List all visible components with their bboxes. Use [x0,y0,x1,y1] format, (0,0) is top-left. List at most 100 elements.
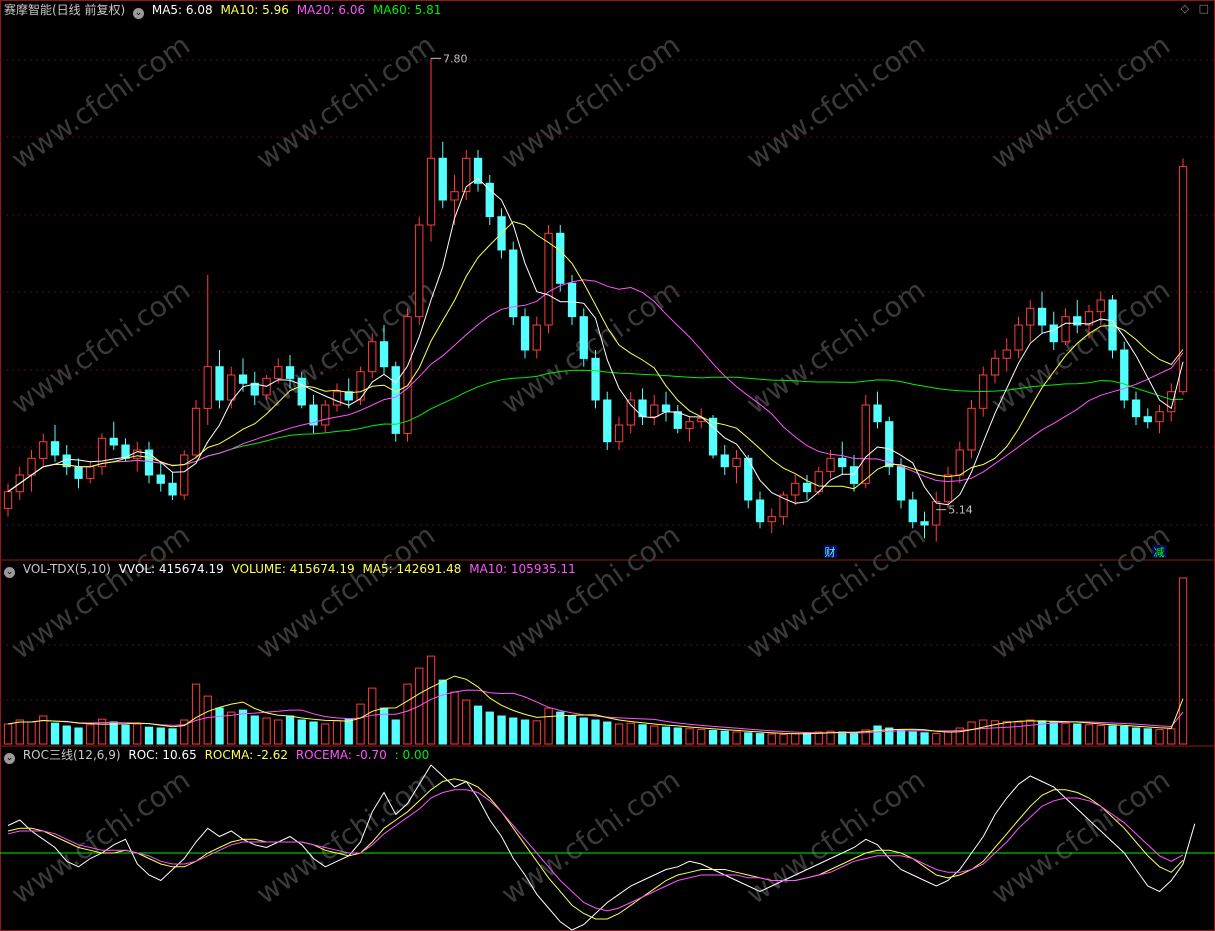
candle-body [650,404,659,418]
volume-bar [391,719,400,745]
volume-bar [849,732,859,745]
roc-indicator-name[interactable]: ROC三线(12,6,9) [23,748,121,762]
candle-body [191,407,201,456]
volume-bar [321,723,330,745]
volume-bar [74,727,83,745]
candle-body [1014,324,1023,351]
candle-body [661,404,671,413]
watermark-text: www.cfchi.com [250,28,441,175]
watermark-text: www.cfchi.com [740,28,931,175]
volume-bar [720,730,729,745]
candle-body [297,377,306,406]
candle-body [450,191,459,201]
volume-bar [556,711,565,745]
volume-bar [215,707,224,745]
volume-bar [1084,724,1094,745]
volume-bar [1002,721,1011,745]
watermark-text: www.cfchi.com [985,763,1176,910]
candle-body [203,366,212,409]
candle-body [556,232,565,284]
candle-body [1026,307,1035,326]
candle-body [849,466,859,484]
watermark-text: www.cfchi.com [5,763,196,910]
volume-bar [1026,719,1035,745]
ma10-label: MA10: 5.96 [220,3,289,17]
candle-body [685,421,694,429]
candle-body [321,404,330,426]
volume-bar [838,731,847,745]
candle-body [227,374,236,401]
candle-body [74,466,83,479]
candle-body [920,521,929,526]
volume-bar [227,711,236,745]
candle-body [1002,349,1011,359]
chevron-down-icon[interactable]: ⌄ [4,567,15,578]
square-icon[interactable]: □ [1199,2,1209,15]
candle-body [567,282,577,318]
volume-bar [1096,725,1105,745]
volume-bar [168,728,177,745]
candle-body [791,482,800,496]
volume-bar [732,731,741,745]
volume-bar [1131,727,1141,745]
volume-bar [1167,728,1176,745]
volume-bar [3,723,13,745]
volume-bar [203,695,212,745]
diamond-icon[interactable]: ◇ [1181,2,1189,15]
volume-bar [485,711,494,745]
volume-legend: ⌄ VOL-TDX(5,10) VVOL: 415674.19 VOLUME: … [4,561,580,578]
candle-body [520,316,530,351]
candle-body [579,316,588,359]
volume-bar [697,729,706,745]
candle-body [755,499,765,523]
candle-body [826,457,835,473]
candle-body [50,441,60,456]
volume-bar [274,719,283,745]
volume-bar [403,683,412,745]
candle-body [86,466,95,479]
watermark-text: www.cfchi.com [495,28,686,175]
volume-bar [62,725,71,745]
volume-bar [744,732,753,745]
volume-bar [791,733,800,745]
volume-label: VOLUME: 415674.19 [231,562,355,576]
candle-body [532,324,541,351]
volume-bar [591,719,600,745]
candle-body [285,366,295,379]
chevron-down-icon[interactable]: ⌄ [4,753,15,764]
volume-bar [344,718,353,745]
candle-body [180,454,189,496]
volume-indicator-name[interactable]: VOL-TDX(5,10) [23,562,111,576]
candle-body [603,399,612,443]
volume-bar [779,733,788,745]
volume-bar [15,719,24,745]
volume-bar [462,699,471,745]
event-marker-reduce: 减 [1154,546,1165,559]
candle-body [1120,349,1129,401]
zero-label: : 0.00 [394,748,430,762]
volume-bar [908,731,917,745]
volume-bar [1155,729,1164,745]
volume-bar [191,683,201,745]
roc-label: ROC: 10.65 [128,748,197,762]
watermark-text: www.cfchi.com [985,28,1176,175]
volume-bar [932,733,941,745]
price-legend: 赛摩智能(日线 前复权) ⌄ MA5: 6.08 MA10: 5.96 MA20… [4,2,445,19]
candle-body [767,516,776,523]
volume-bar [1049,721,1058,745]
candle-body [368,341,377,373]
volume-bar [133,723,142,745]
volume-bar [473,705,483,745]
candle-body [403,316,412,434]
volume-bar [896,729,906,745]
volume-bar [332,720,342,745]
volume-bar [86,724,95,745]
candle-body [908,499,917,523]
stock-title[interactable]: 赛摩智能(日线 前复权) [4,3,125,17]
chevron-down-icon[interactable]: ⌄ [133,8,145,19]
volume-bar [297,719,306,745]
watermark-text: www.cfchi.com [985,273,1176,420]
candle-body [591,357,600,401]
candle-body [861,404,870,484]
rocema-label: ROCEMA: -0.70 [295,748,387,762]
